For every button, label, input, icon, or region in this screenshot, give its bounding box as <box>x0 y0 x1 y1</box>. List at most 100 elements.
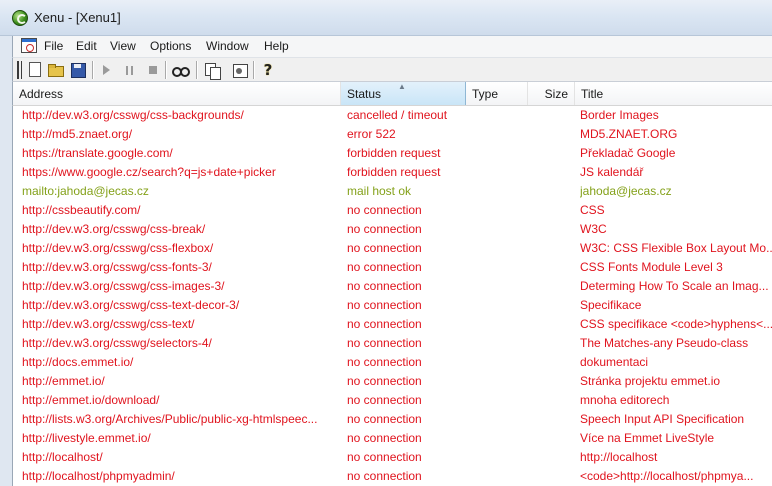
window-title: Xenu - [Xenu1] <box>34 10 121 25</box>
title-cell: CSS specifikace <code>hyphens<... <box>580 317 772 331</box>
menu-bar: File Edit View Options Window Help <box>12 36 772 57</box>
toolbar: ? <box>12 57 772 82</box>
address-cell: http://dev.w3.org/csswg/css-backgrounds/ <box>22 108 244 122</box>
address-cell: https://www.google.cz/search?q=js+date+p… <box>22 165 276 179</box>
address-cell: http://localhost/ <box>22 450 103 464</box>
help-icon[interactable]: ? <box>259 61 277 79</box>
address-cell: https://translate.google.com/ <box>22 146 173 160</box>
menu-help[interactable]: Help <box>264 39 289 53</box>
address-cell: http://md5.znaet.org/ <box>22 127 133 141</box>
toolbar-separator <box>92 61 94 79</box>
open-icon[interactable] <box>47 61 65 79</box>
status-cell: cancelled / timeout <box>347 108 448 122</box>
table-row[interactable]: https://translate.google.com/forbidden r… <box>13 144 772 163</box>
title-cell: CSS Fonts Module Level 3 <box>580 260 723 274</box>
menu-view[interactable]: View <box>110 39 136 53</box>
window-frame-edge <box>0 36 12 486</box>
status-cell: no connection <box>347 412 422 426</box>
column-header-size[interactable]: Size <box>528 82 575 105</box>
title-cell: MD5.ZNAET.ORG <box>580 127 678 141</box>
play-icon[interactable] <box>97 61 115 79</box>
title-cell: W3C <box>580 222 607 236</box>
title-cell: <code>http://localhost/phpmya... <box>580 469 754 483</box>
table-row[interactable]: http://lists.w3.org/Archives/Public/publ… <box>13 410 772 429</box>
status-cell: no connection <box>347 393 422 407</box>
title-cell: Specifikace <box>580 298 642 312</box>
column-header-status[interactable]: ▲ Status <box>341 82 466 105</box>
sort-ascending-icon: ▲ <box>398 82 406 91</box>
title-cell: mnoha editorech <box>580 393 670 407</box>
table-row[interactable]: http://docs.emmet.io/no connection dokume… <box>13 353 772 372</box>
title-cell: dokumentaci <box>580 355 649 369</box>
status-cell: no connection <box>347 317 422 331</box>
column-header-title[interactable]: Title <box>575 82 772 105</box>
status-cell: error 522 <box>347 127 396 141</box>
table-row[interactable]: http://emmet.io/download/no connection mn… <box>13 391 772 410</box>
table-row[interactable]: http://emmet.io/no connection Stránka pro… <box>13 372 772 391</box>
address-cell: http://lists.w3.org/Archives/Public/publ… <box>22 412 318 426</box>
table-row[interactable]: http://dev.w3.org/csswg/css-images-3/no … <box>13 277 772 296</box>
xenu-app-icon[interactable] <box>12 10 28 26</box>
title-cell: Determing How To Scale an Imag... <box>580 279 769 293</box>
document-icon[interactable] <box>21 38 37 53</box>
title-cell: Speech Input API Specification <box>580 412 745 426</box>
status-cell: no connection <box>347 260 422 274</box>
table-row[interactable]: http://dev.w3.org/csswg/css-fonts-3/no c… <box>13 258 772 277</box>
table-row[interactable]: https://www.google.cz/search?q=js+date+p… <box>13 163 772 182</box>
toolbar-separator <box>196 61 198 79</box>
address-cell: http://emmet.io/ <box>22 374 105 388</box>
title-cell: CSS <box>580 203 605 217</box>
link-list[interactable]: http://dev.w3.org/csswg/css-backgrounds/… <box>12 106 772 486</box>
table-row[interactable]: http://localhost/no connection http://loc… <box>13 448 772 467</box>
status-cell: no connection <box>347 222 422 236</box>
table-row[interactable]: http://livestyle.emmet.io/no connection V… <box>13 429 772 448</box>
status-cell: no connection <box>347 203 422 217</box>
status-cell: mail host ok <box>347 184 412 198</box>
title-cell: JS kalendář <box>580 165 644 179</box>
address-cell: http://dev.w3.org/csswg/css-text/ <box>22 317 195 331</box>
title-cell: Stránka projektu emmet.io <box>580 374 721 388</box>
properties-icon[interactable] <box>231 61 249 79</box>
table-row[interactable]: http://dev.w3.org/csswg/selectors-4/no c… <box>13 334 772 353</box>
find-icon[interactable] <box>171 61 190 79</box>
table-row[interactable]: http://md5.znaet.org/error 522 MD5.ZNAET.… <box>13 125 772 144</box>
menu-window[interactable]: Window <box>206 39 249 53</box>
table-row[interactable]: http://dev.w3.org/csswg/css-backgrounds/… <box>13 106 772 125</box>
status-cell: no connection <box>347 374 422 388</box>
table-row[interactable]: http://dev.w3.org/csswg/css-flexbox/no c… <box>13 239 772 258</box>
status-cell: no connection <box>347 431 422 445</box>
column-header-bar: Address ▲ Status Type Size Title <box>12 82 772 106</box>
title-cell: http://localhost <box>580 450 658 464</box>
title-cell: Border Images <box>580 108 659 122</box>
menu-options[interactable]: Options <box>150 39 191 53</box>
address-cell: http://localhost/phpmyadmin/ <box>22 469 175 483</box>
save-icon[interactable] <box>69 61 87 79</box>
pause-icon[interactable] <box>121 61 139 79</box>
status-cell: forbidden request <box>347 165 441 179</box>
status-cell: no connection <box>347 279 422 293</box>
title-cell: The Matches-any Pseudo-class <box>580 336 749 350</box>
table-row[interactable]: http://dev.w3.org/csswg/css-text/no conn… <box>13 315 772 334</box>
copy-icon[interactable] <box>203 61 221 80</box>
new-icon[interactable] <box>29 62 41 77</box>
address-cell: http://dev.w3.org/csswg/css-fonts-3/ <box>22 260 212 274</box>
title-cell: jahoda@jecas.cz <box>580 184 672 198</box>
title-cell: W3C: CSS Flexible Box Layout Mo... <box>580 241 772 255</box>
column-header-type[interactable]: Type <box>466 82 528 105</box>
stop-icon[interactable] <box>144 61 162 79</box>
table-row[interactable]: http://localhost/phpmyadmin/no connectio… <box>13 467 772 486</box>
table-row[interactable]: http://cssbeautify.com/no connection CSS <box>13 201 772 220</box>
status-cell: forbidden request <box>347 146 441 160</box>
column-header-address[interactable]: Address <box>13 82 341 105</box>
table-row[interactable]: http://dev.w3.org/csswg/css-text-decor-3… <box>13 296 772 315</box>
status-cell: no connection <box>347 450 422 464</box>
menu-edit[interactable]: Edit <box>76 39 97 53</box>
address-cell: http://livestyle.emmet.io/ <box>22 431 151 445</box>
toolbar-separator <box>165 61 167 79</box>
menu-file[interactable]: File <box>44 39 63 53</box>
address-cell: http://dev.w3.org/csswg/css-images-3/ <box>22 279 225 293</box>
table-row[interactable]: http://dev.w3.org/csswg/css-break/no con… <box>13 220 772 239</box>
title-cell: Více na Emmet LiveStyle <box>580 431 715 445</box>
table-row[interactable]: mailto:jahoda@jecas.cz mail host ok jahoda… <box>13 182 772 201</box>
address-cell: http://dev.w3.org/csswg/css-break/ <box>22 222 206 236</box>
